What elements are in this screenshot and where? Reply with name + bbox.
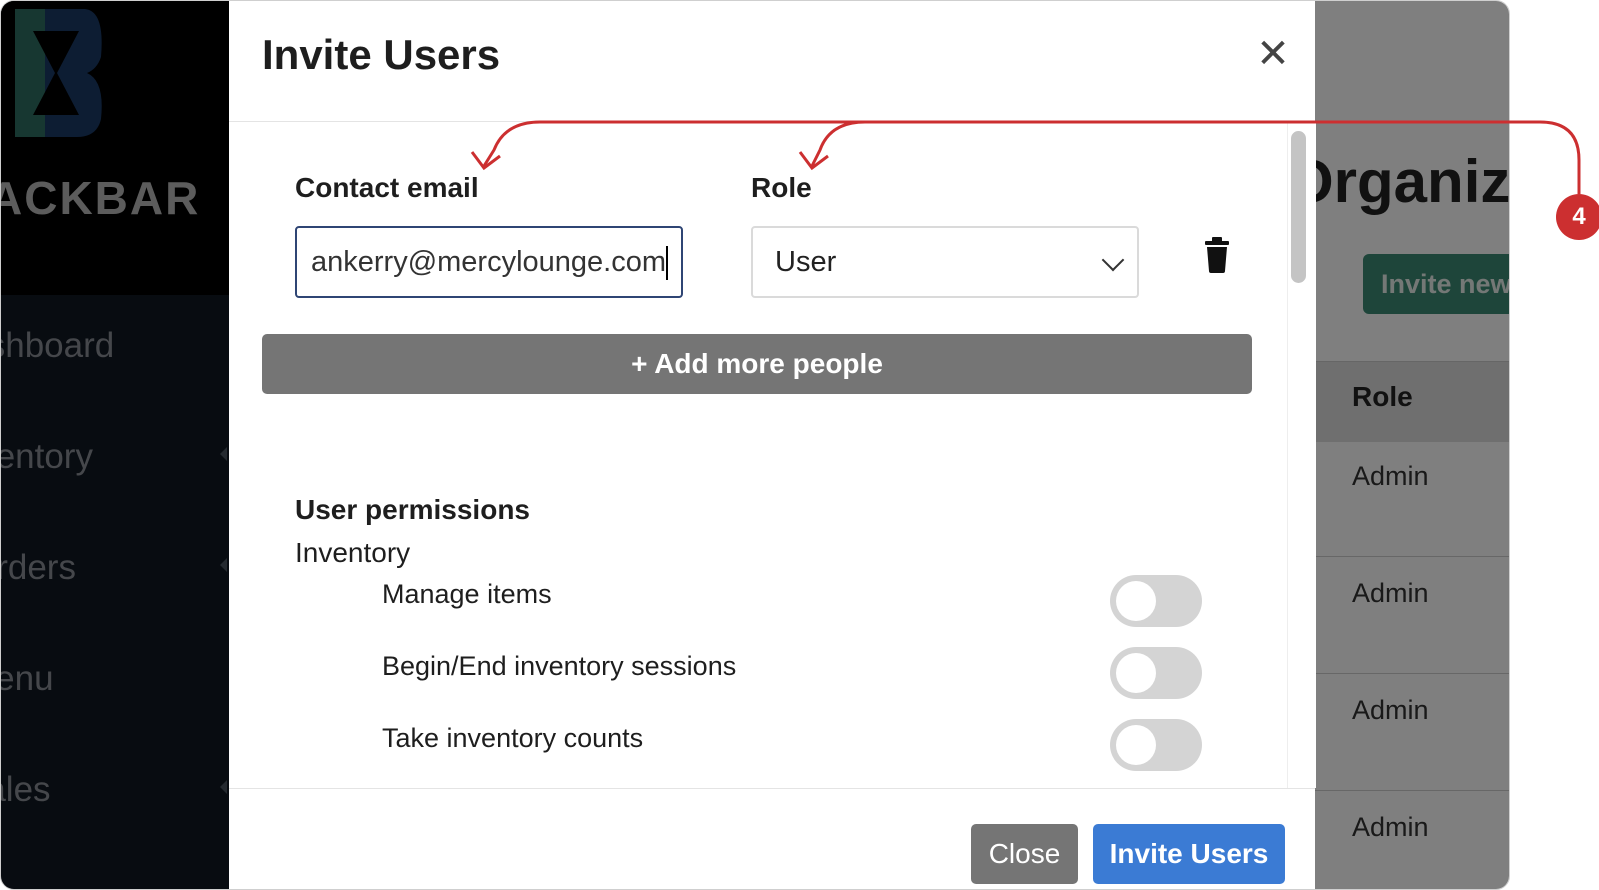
- role-selected-value: User: [775, 246, 837, 278]
- permission-label: Manage items: [382, 579, 552, 609]
- scrollbar-thumb[interactable]: [1291, 131, 1306, 283]
- trash-icon[interactable]: [1204, 237, 1230, 273]
- close-button[interactable]: Close: [971, 824, 1078, 884]
- app-window: ACKBAR Dashboard Inventory Orders Menu S…: [0, 0, 1510, 890]
- role-label: Role: [751, 172, 812, 203]
- email-value: ankerry@mercylounge.com: [311, 246, 667, 278]
- inventory-sessions-toggle[interactable]: [1110, 647, 1202, 699]
- close-icon[interactable]: ✕: [1253, 34, 1293, 74]
- chevron-down-icon: [1101, 248, 1125, 272]
- modal-header: Invite Users ✕: [229, 1, 1315, 122]
- permission-label: Take inventory counts: [382, 723, 644, 753]
- manage-items-toggle[interactable]: [1110, 575, 1202, 627]
- toggle-knob: [1116, 725, 1156, 765]
- add-more-people-button[interactable]: + Add more people: [262, 334, 1252, 394]
- text-cursor: [666, 246, 669, 281]
- role-select[interactable]: User: [751, 226, 1139, 298]
- permission-group-inventory: Inventory: [295, 537, 411, 568]
- invite-users-button[interactable]: Invite Users: [1093, 824, 1285, 884]
- modal-footer: Close Invite Users: [229, 788, 1315, 889]
- email-field[interactable]: ankerry@mercylounge.com: [295, 226, 683, 298]
- toggle-knob: [1116, 581, 1156, 621]
- inventory-counts-toggle[interactable]: [1110, 719, 1202, 771]
- modal-title: Invite Users: [262, 31, 501, 78]
- permissions-title: User permissions: [295, 494, 530, 525]
- step-badge: 4: [1556, 194, 1599, 240]
- invite-users-modal: Invite Users ✕ Contact email Role ankerr…: [229, 1, 1316, 889]
- contact-email-label: Contact email: [295, 172, 479, 203]
- toggle-knob: [1116, 653, 1156, 693]
- permission-label: Begin/End inventory sessions: [382, 651, 737, 681]
- modal-body: Contact email Role ankerry@mercylounge.c…: [229, 122, 1287, 788]
